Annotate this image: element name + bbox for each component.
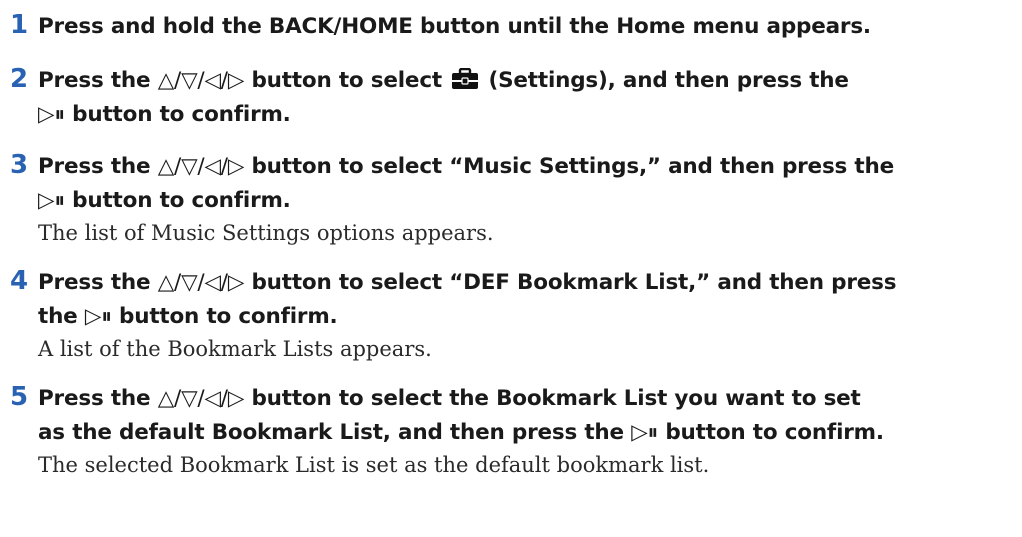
step-2: 2 Press the △/▽/◁/▷ button to select (Se…	[8, 64, 1014, 132]
step-1: 1 Press and hold the BACK/HOME button un…	[8, 10, 1014, 44]
instruction-text: Press and hold the BACK/HOME button unti…	[38, 14, 871, 39]
step-number: 3	[10, 150, 29, 180]
step-number: 2	[10, 64, 29, 94]
step-instruction: Press the △/▽/◁/▷ button to select the B…	[38, 382, 1014, 450]
instruction-text: button to select	[244, 68, 450, 93]
instruction-text: button to confirm.	[658, 420, 884, 445]
play-pause-symbol: ▷⏸	[84, 304, 112, 329]
step-3: 3 Press the △/▽/◁/▷ button to select “Mu…	[8, 150, 1014, 248]
step-number: 5	[10, 382, 29, 412]
step-instruction: Press and hold the BACK/HOME button unti…	[38, 10, 1014, 44]
instruction-text: button to select the Bookmark List you w…	[244, 386, 861, 411]
instruction-text: as the default Bookmark List, and then p…	[38, 420, 632, 445]
step-number: 4	[10, 266, 29, 296]
instruction-text: Press the	[38, 154, 158, 179]
instruction-text: the	[38, 304, 85, 329]
step-instruction: Press the △/▽/◁/▷ button to select “DEF …	[38, 266, 1014, 334]
direction-buttons-symbol: △/▽/◁/▷	[157, 270, 245, 295]
instruction-text: button to confirm.	[111, 304, 338, 329]
instruction-text: button to confirm.	[64, 102, 291, 127]
instruction-text: button to confirm.	[64, 188, 291, 213]
play-pause-symbol: ▷⏸	[631, 420, 659, 445]
step-result-note: The selected Bookmark List is set as the…	[38, 453, 710, 477]
step-result-note: A list of the Bookmark Lists appears.	[38, 337, 432, 361]
step-instruction: Press the △/▽/◁/▷ button to select (Sett…	[38, 64, 1014, 132]
instruction-text: button to select “Music Settings,” and t…	[244, 154, 894, 179]
play-pause-symbol: ▷⏸	[38, 102, 65, 127]
instruction-text: Press the	[38, 68, 158, 93]
instruction-text: (Settings), and then press the	[481, 68, 849, 93]
instruction-text: Press the	[38, 386, 158, 411]
step-4: 4 Press the △/▽/◁/▷ button to select “DE…	[8, 266, 1014, 364]
step-5: 5 Press the △/▽/◁/▷ button to select the…	[8, 382, 1014, 480]
direction-buttons-symbol: △/▽/◁/▷	[157, 154, 245, 179]
instruction-steps: 1 Press and hold the BACK/HOME button un…	[8, 10, 1014, 500]
play-pause-symbol: ▷⏸	[38, 188, 65, 213]
direction-buttons-symbol: △/▽/◁/▷	[157, 68, 245, 93]
instruction-text: button to select “DEF Bookmark List,” an…	[244, 270, 897, 295]
step-instruction: Press the △/▽/◁/▷ button to select “Musi…	[38, 150, 1014, 218]
step-result-note: The list of Music Settings options appea…	[38, 221, 494, 245]
toolbox-icon	[452, 68, 479, 89]
instruction-text: Press the	[38, 270, 158, 295]
direction-buttons-symbol: △/▽/◁/▷	[157, 386, 245, 411]
step-number: 1	[10, 10, 29, 40]
